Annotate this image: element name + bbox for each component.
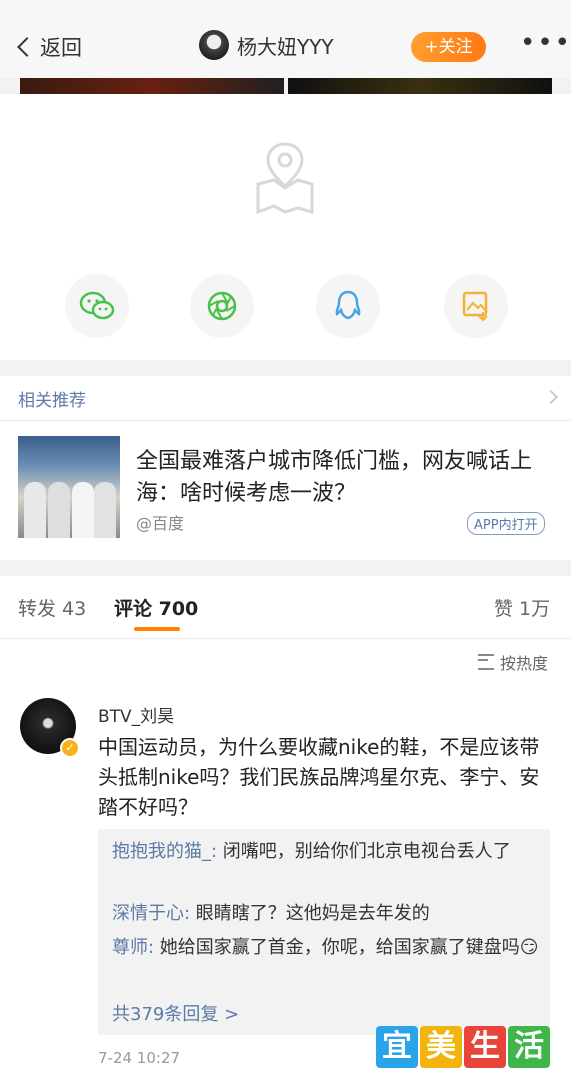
save-image-button[interactable] xyxy=(444,274,508,338)
chevron-left-icon xyxy=(17,37,37,57)
comment-timestamp: 7-24 10:27 xyxy=(98,1049,181,1067)
username: 杨大妞YYY xyxy=(237,34,334,59)
reply-user[interactable]: 抱抱我的猫_: xyxy=(112,841,217,862)
reply-text: 闭嘴吧，别给你们北京电视台丢人了 xyxy=(217,841,511,862)
recommend-headline[interactable]: 全国最难落户城市降低门槛，网友喊话上海：啥时候考虑一波？ xyxy=(136,446,556,510)
share-qq-button[interactable] xyxy=(316,274,380,338)
post-image[interactable] xyxy=(288,78,552,94)
watermark-logo: 宜 美 生 活 xyxy=(376,1026,550,1068)
recommend-source: @百度 xyxy=(136,514,185,533)
share-moments-button[interactable] xyxy=(190,274,254,338)
active-tab-indicator xyxy=(134,627,180,631)
reply-user[interactable]: 尊师: xyxy=(112,937,154,958)
open-in-app-button[interactable]: APP内打开 xyxy=(467,512,545,535)
watermark-char: 生 xyxy=(464,1026,506,1068)
post-images[interactable] xyxy=(20,78,552,94)
more-options-icon[interactable]: ••• xyxy=(520,28,571,58)
sort-label: 按热度 xyxy=(500,654,549,673)
follow-button[interactable]: +关注 xyxy=(411,32,486,62)
share-wechat-button[interactable] xyxy=(65,274,129,338)
save-image-icon xyxy=(462,291,488,322)
avatar[interactable] xyxy=(199,30,229,60)
divider xyxy=(0,420,571,421)
tab-comments[interactable]: 评论 700 xyxy=(114,594,198,621)
top-nav-bar: 返回 杨大妞YYY +关注 ••• xyxy=(0,0,571,78)
post-image[interactable] xyxy=(20,78,284,94)
reply-user[interactable]: 深情于心: xyxy=(112,903,190,924)
wechat-icon xyxy=(79,291,115,320)
tab-likes[interactable]: 赞 1万 xyxy=(494,594,550,621)
view-all-replies-link[interactable]: 共379条回复 > xyxy=(112,1000,239,1026)
watermark-char: 活 xyxy=(508,1026,550,1068)
comment-author-name[interactable]: BTV_刘昊 xyxy=(98,702,174,727)
sort-by-hot-button[interactable]: 按热度 xyxy=(478,650,548,674)
post-author[interactable]: 杨大妞YYY xyxy=(199,30,334,60)
related-recommend-title: 相关推荐 xyxy=(18,391,86,411)
back-button[interactable]: 返回 xyxy=(14,32,82,62)
reply-text: 她给国家赢了首金，你呢，给国家赢了键盘吗😏 xyxy=(154,937,539,958)
reply-text: 眼睛瞎了？这他妈是去年发的 xyxy=(190,903,430,924)
reply-item[interactable]: 尊师: 她给国家赢了首金，你呢，给国家赢了键盘吗😏 xyxy=(112,934,542,962)
recommend-thumbnail[interactable] xyxy=(18,436,120,538)
qq-icon xyxy=(335,290,361,320)
verified-badge-icon: ✓ xyxy=(60,738,80,758)
reply-item[interactable]: 深情于心: 眼睛瞎了？这他妈是去年发的 xyxy=(112,900,542,928)
watermark-char: 美 xyxy=(420,1026,462,1068)
reply-item[interactable]: 抱抱我的猫_: 闭嘴吧，别给你们北京电视台丢人了 xyxy=(112,838,542,866)
moments-icon xyxy=(207,291,237,321)
comment-text: 中国运动员，为什么要收藏nike的鞋，不是应该带头抵制nike吗？我们民族品牌鸿… xyxy=(98,735,540,819)
sort-icon xyxy=(478,654,494,670)
watermark-char: 宜 xyxy=(376,1026,418,1068)
tab-repost[interactable]: 转发 43 xyxy=(18,594,86,621)
divider xyxy=(0,638,571,639)
back-label: 返回 xyxy=(40,36,82,60)
location-map-icon xyxy=(256,142,314,215)
